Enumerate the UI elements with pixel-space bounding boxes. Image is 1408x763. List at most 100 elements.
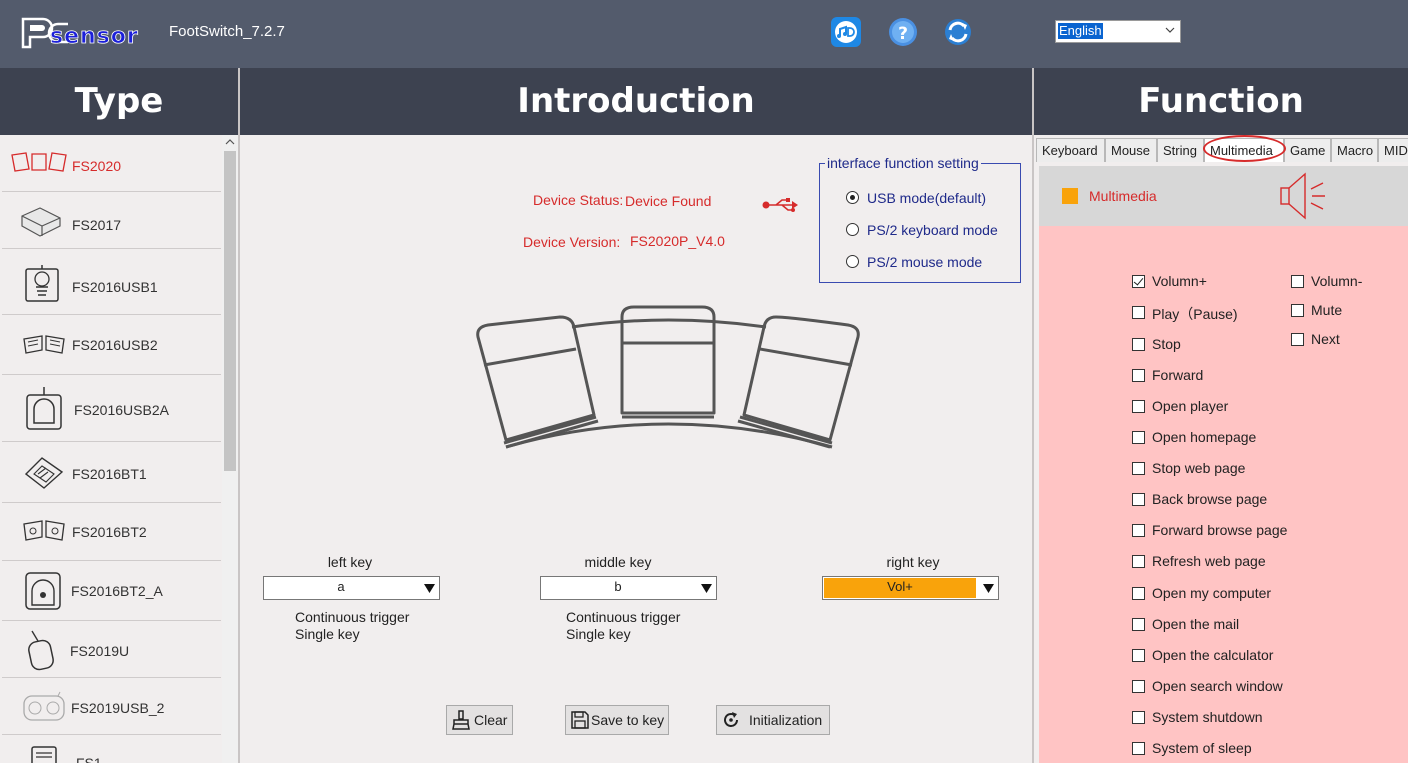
checkbox[interactable]	[1132, 680, 1145, 693]
caret-down-icon	[983, 584, 994, 593]
fs2016bt2-pedal-icon	[23, 520, 65, 541]
multimedia-header: Multimedia	[1039, 166, 1408, 226]
clear-button-label: Clear	[474, 712, 508, 728]
checkbox[interactable]	[1132, 555, 1145, 568]
type-item-fs2016usb1[interactable]: FS2016USB1	[2, 249, 221, 315]
tab-midi[interactable]: MIDI	[1378, 138, 1408, 162]
tab-string[interactable]: String	[1157, 138, 1204, 162]
checkbox[interactable]	[1132, 431, 1145, 444]
option-label: Volumn+	[1152, 273, 1207, 289]
tab-macro[interactable]: Macro	[1331, 138, 1378, 162]
fs2020-pedal-icon	[11, 152, 67, 172]
option-label: Open homepage	[1152, 429, 1257, 445]
caret-down-icon	[701, 584, 712, 593]
caret-down-icon	[424, 584, 435, 593]
category-color-swatch	[1062, 188, 1078, 204]
type-item-label: FS2020	[72, 158, 122, 174]
clear-button[interactable]: Clear	[446, 705, 513, 735]
right-key-select[interactable]: Vol+	[822, 576, 999, 600]
checkbox[interactable]	[1132, 306, 1145, 319]
type-item-label: FS2016USB2A	[74, 402, 169, 418]
type-item-fs2016bt1[interactable]: FS2016BT1	[2, 442, 221, 503]
middle-key-select[interactable]: b	[540, 576, 717, 600]
scrollbar-thumb[interactable]	[224, 151, 236, 471]
save-to-key-button[interactable]: Save to key	[565, 705, 669, 735]
type-item-fs2016usb2[interactable]: FS2016USB2	[2, 315, 221, 375]
three-pedal-footswitch-illustration	[476, 305, 860, 449]
option-label: Volumn-	[1311, 273, 1363, 289]
checkbox[interactable]	[1291, 275, 1304, 288]
checkbox[interactable]	[1291, 304, 1304, 317]
checkbox[interactable]	[1132, 493, 1145, 506]
type-item-fs2019usb-2[interactable]: FS2019USB_2	[2, 678, 221, 735]
type-item-fs2017[interactable]: FS2017	[2, 192, 221, 249]
left-key-select[interactable]: a	[263, 576, 440, 600]
speaker-icon	[1280, 172, 1325, 220]
fs1-pedal-icon	[31, 746, 57, 763]
option-label: Open the mail	[1152, 616, 1240, 632]
option-label: Refresh web page	[1152, 553, 1266, 569]
function-header: Function	[1034, 68, 1408, 135]
tab-game[interactable]: Game	[1284, 138, 1331, 162]
checkbox[interactable]	[1132, 369, 1145, 382]
radio-label: PS/2 mouse mode	[867, 254, 983, 270]
fs2016usb1-pedal-icon	[25, 265, 59, 302]
device-status-label: Device Status:	[533, 192, 624, 208]
type-item-label: FS2019USB_2	[71, 700, 165, 716]
type-item-label: FS2016USB1	[72, 279, 158, 295]
title-bar: sensor FootSwitch_7.2.7 ? English	[0, 0, 1408, 68]
checkbox[interactable]	[1132, 524, 1145, 537]
function-panel: Keyboard Mouse String Multimedia Game Ma…	[1034, 135, 1408, 763]
chevron-up-icon[interactable]	[225, 138, 235, 146]
help-icon[interactable]: ?	[887, 15, 919, 49]
checkbox[interactable]	[1132, 649, 1145, 662]
type-item-fs2016usb2a[interactable]: FS2016USB2A	[2, 375, 221, 442]
type-list-scrollbar[interactable]	[222, 135, 238, 763]
type-item-fs2016bt2[interactable]: FS2016BT2	[2, 503, 221, 561]
checkbox[interactable]	[1132, 587, 1145, 600]
checkbox[interactable]	[1291, 333, 1304, 346]
type-item-fs2016bt2-a[interactable]: FS2016BT2_A	[2, 561, 221, 621]
radio-button[interactable]	[846, 223, 859, 236]
radio-button[interactable]	[846, 255, 859, 268]
checkbox[interactable]	[1132, 711, 1145, 724]
middle-key-value: b	[614, 579, 622, 594]
checkbox[interactable]	[1132, 338, 1145, 351]
option-label: Mute	[1311, 302, 1343, 318]
introduction-header: Introduction	[240, 68, 1032, 135]
fs2019usb2-pedal-icon	[23, 691, 65, 721]
save-to-key-label: Save to key	[591, 712, 665, 728]
category-title: Multimedia	[1089, 188, 1157, 204]
type-item-fs2020[interactable]: FS2020	[2, 135, 221, 192]
type-item-fs1[interactable]: FS1	[2, 735, 221, 763]
checkbox[interactable]	[1132, 742, 1145, 755]
pcsensor-logo: sensor	[21, 17, 138, 49]
language-value: English	[1058, 23, 1103, 39]
function-tabs: Keyboard Mouse String Multimedia Game Ma…	[1036, 135, 1408, 162]
fs2016bt1-pedal-icon	[24, 457, 64, 489]
option-label: Open player	[1152, 398, 1229, 414]
checkbox[interactable]	[1132, 618, 1145, 631]
chevron-down-icon	[1165, 27, 1175, 33]
checkbox[interactable]	[1132, 400, 1145, 413]
checkbox[interactable]	[1132, 462, 1145, 475]
type-item-label: FS2017	[72, 217, 122, 233]
fs2016bt2a-pedal-icon	[25, 572, 61, 610]
type-item-label: FS2019U	[70, 643, 130, 659]
interface-setting-legend: interface function setting	[825, 155, 981, 171]
radio-label: PS/2 keyboard mode	[867, 222, 998, 238]
option-label: Play（Pause)	[1152, 306, 1238, 322]
radio-button[interactable]	[846, 191, 859, 204]
middle-key-label: middle key	[584, 554, 652, 570]
tab-keyboard[interactable]: Keyboard	[1036, 138, 1105, 162]
language-select[interactable]: English	[1055, 20, 1181, 43]
refresh-icon[interactable]	[942, 15, 974, 49]
checkbox[interactable]	[1132, 275, 1145, 288]
initialization-button[interactable]: Initialization	[716, 705, 830, 735]
broom-icon	[452, 710, 470, 730]
music-tool-icon[interactable]	[830, 15, 862, 49]
type-item-fs2019u[interactable]: FS2019U	[2, 621, 221, 678]
tab-mouse[interactable]: Mouse	[1105, 138, 1157, 162]
option-label: Back browse page	[1152, 491, 1268, 507]
option-label: Open the calculator	[1152, 647, 1274, 663]
